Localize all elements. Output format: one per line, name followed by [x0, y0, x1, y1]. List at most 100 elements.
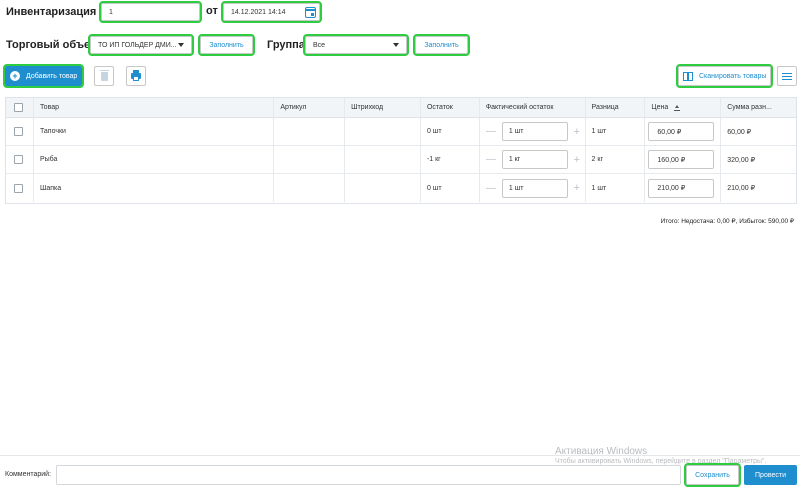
row-checkbox[interactable] [14, 183, 23, 193]
cell-price: 210,00 ₽ [645, 174, 722, 202]
table-row: Шапка 0 шт — 1 шт + 1 шт 210,00 ₽ 210,00… [6, 174, 796, 202]
header-checkbox-cell [6, 98, 34, 117]
increment-button[interactable]: + [572, 154, 582, 166]
quantity-value: 1 шт [508, 184, 524, 192]
cell-stock: -1 кг [421, 146, 480, 173]
shop-select[interactable]: ТО ИП ГОЛЬДЕР ДМИ... [88, 34, 194, 56]
totals-summary: Итого: Недостача: 0,00 ₽, Избыток: 590,0… [660, 218, 794, 225]
header-stock[interactable]: Остаток [421, 98, 480, 117]
table-row: Рыба -1 кг — 1 кг + 2 кг 160,00 ₽ 320,00… [6, 146, 796, 174]
cell-barcode [345, 174, 421, 202]
row-checkbox-cell [6, 174, 34, 202]
cell-name: Рыба [34, 146, 275, 173]
add-product-label: Добавить товар [26, 72, 78, 80]
printer-icon [131, 70, 141, 81]
quantity-value: 1 кг [508, 156, 521, 163]
header-name[interactable]: Товар [34, 98, 275, 117]
print-button[interactable] [126, 66, 146, 86]
price-input[interactable]: 160,00 ₽ [648, 150, 715, 169]
trash-icon [99, 69, 109, 81]
from-label: от [206, 5, 218, 17]
header-actual-stock[interactable]: Фактический остаток [480, 98, 586, 117]
decrement-button[interactable]: — [486, 183, 496, 194]
column-settings-button[interactable] [777, 66, 797, 86]
row-checkbox-cell [6, 146, 34, 173]
quantity-input[interactable]: 1 шт [501, 178, 568, 198]
cell-stock: 0 шт [421, 118, 480, 145]
shop-label: Торговый объект [6, 39, 101, 51]
header-price[interactable]: Цена [645, 98, 722, 117]
cell-barcode [345, 146, 421, 173]
quantity-input[interactable]: 1 кг [501, 150, 568, 169]
fill-shop-button[interactable]: Заполнить [198, 34, 255, 56]
comment-label: Комментарий: [5, 471, 52, 478]
cell-article [274, 146, 346, 173]
cell-actual-stock: — 1 шт + [480, 118, 586, 145]
header-article[interactable]: Артикул [274, 98, 346, 117]
quantity-input[interactable]: 1 шт [501, 122, 568, 141]
cell-article [274, 174, 346, 202]
price-input[interactable]: 210,00 ₽ [648, 178, 715, 198]
scan-products-button[interactable]: Сканировать товары [676, 64, 773, 88]
inventory-table: Товар Артикул Штрихкод Остаток Фактическ… [5, 97, 797, 204]
cell-difference: 1 шт [586, 118, 646, 145]
row-checkbox[interactable] [14, 127, 23, 136]
table-row: Тапочки 0 шт — 1 шт + 1 шт 60,00 ₽ 60,00… [6, 118, 796, 146]
price-value: 210,00 ₽ [657, 185, 686, 192]
fill-group-button[interactable]: Заполнить [413, 34, 470, 56]
increment-button[interactable]: + [572, 182, 582, 194]
cell-actual-stock: — 1 кг + [480, 146, 586, 173]
group-select[interactable]: Все [303, 34, 409, 56]
cell-article [274, 118, 346, 145]
page-title: Инвентаризация № [6, 6, 112, 18]
cell-difference: 2 кг [586, 146, 646, 173]
delete-button[interactable] [94, 66, 114, 86]
price-value: 160,00 ₽ [657, 156, 686, 164]
cell-price: 160,00 ₽ [645, 146, 722, 173]
group-select-value: Все [313, 41, 326, 49]
add-product-button[interactable]: + Добавить товар [3, 64, 84, 88]
cell-sum-difference: 320,00 ₽ [727, 156, 756, 164]
cell-barcode [345, 118, 421, 145]
increment-button[interactable]: + [572, 126, 582, 138]
cell-difference: 1 шт [586, 174, 646, 202]
shop-select-value: ТО ИП ГОЛЬДЕР ДМИ... [98, 41, 177, 49]
price-value: 60,00 ₽ [657, 128, 682, 136]
cell-name: Шапка [34, 174, 275, 202]
decrement-button[interactable]: — [486, 126, 496, 137]
post-button[interactable]: Провести [744, 465, 797, 485]
cell-actual-stock: — 1 шт + [480, 174, 586, 202]
cell-name: Тапочки [34, 118, 275, 145]
cell-price: 60,00 ₽ [645, 118, 722, 145]
document-number-input[interactable]: 1 [99, 1, 202, 23]
barcode-scan-icon [683, 71, 693, 81]
cell-sum-difference: 60,00 ₽ [727, 128, 752, 136]
header-price-label: Цена [651, 104, 669, 111]
plus-circle-icon: + [10, 71, 20, 81]
cell-stock: 0 шт [421, 174, 480, 202]
header-sum-difference[interactable]: Сумма разн... [721, 98, 796, 117]
document-date-input[interactable]: 14.12.2021 14:14 [221, 1, 322, 23]
calendar-icon[interactable] [305, 6, 316, 18]
chevron-down-icon [393, 43, 399, 47]
group-label: Группа [267, 39, 305, 51]
comment-input[interactable] [56, 465, 681, 485]
cell-sum-difference: 210,00 ₽ [727, 185, 756, 192]
price-input[interactable]: 60,00 ₽ [648, 122, 715, 141]
table-header: Товар Артикул Штрихкод Остаток Фактическ… [6, 98, 796, 118]
select-all-checkbox[interactable] [14, 103, 23, 112]
quantity-value: 1 шт [508, 128, 524, 135]
document-date-value: 14.12.2021 14:14 [231, 8, 286, 16]
header-difference[interactable]: Разница [586, 98, 646, 117]
save-button[interactable]: Сохранить [684, 463, 741, 487]
footer-divider [0, 455, 800, 456]
document-number-value: 1 [109, 8, 113, 16]
watermark-subtitle: Чтобы активировать Windows, перейдите в … [555, 458, 767, 465]
sort-icon[interactable] [674, 104, 681, 111]
row-checkbox[interactable] [14, 155, 23, 164]
decrement-button[interactable]: — [486, 154, 496, 165]
row-checkbox-cell [6, 118, 34, 145]
chevron-down-icon [178, 43, 184, 47]
scan-products-label: Сканировать товары [699, 72, 767, 80]
header-barcode[interactable]: Штрихкод [345, 98, 421, 117]
